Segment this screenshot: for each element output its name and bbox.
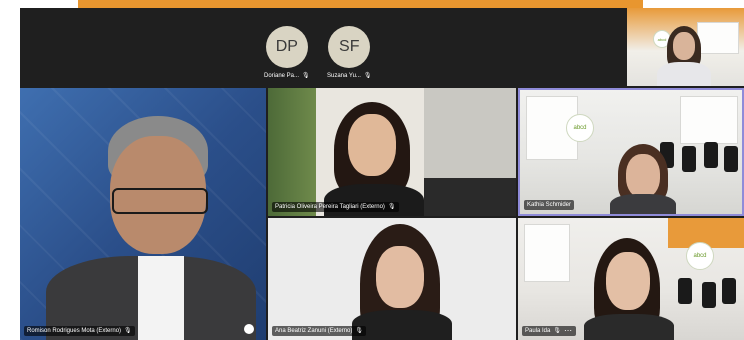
microphone-icon: 🎙: [355, 328, 363, 334]
name-tag-patricia: Patricia Oliveira Pereira Tagliari (Exte…: [272, 202, 399, 212]
video-tile-romison[interactable]: Romison Rodrigues Mota (Externo) 🎙: [20, 88, 266, 340]
participant-name: Kathia Schmider: [527, 202, 572, 208]
more-options-icon[interactable]: ⋯: [564, 326, 573, 336]
participant-name: Doriane Pa...: [264, 72, 300, 79]
top-participant-strip: DP Doriane Pa... 🎙 SF Suzana Yu... 🎙: [20, 8, 625, 86]
name-tag-romison: Romison Rodrigues Mota (Externo) 🎙: [24, 326, 135, 336]
name-tag-kathia: Kathia Schmider: [524, 200, 575, 210]
microphone-icon: 🎙: [387, 204, 396, 210]
video-tile-top-right[interactable]: abcd: [627, 8, 744, 86]
avatar-sf: SF: [328, 26, 371, 68]
participant-dp[interactable]: DP Doriane Pa... 🎙: [264, 26, 310, 79]
participant-name: Romison Rodrigues Mota (Externo): [27, 328, 122, 334]
participant-sf[interactable]: SF Suzana Yu... 🎙: [327, 26, 372, 79]
microphone-icon: 🎙: [553, 328, 561, 334]
avatar-dp: DP: [265, 26, 308, 68]
video-tile-paula[interactable]: abcd Paula Ida 🎙 ⋯: [518, 218, 744, 340]
participant-name: Suzana Yu...: [327, 72, 361, 79]
name-tag-paula: Paula Ida 🎙 ⋯: [522, 326, 576, 336]
video-tile-ana[interactable]: Ana Beatriz Zanuni (Externo) 🎙: [268, 218, 516, 340]
top-accent-bar: [78, 0, 643, 8]
participant-name: Ana Beatriz Zanuni (Externo): [275, 328, 353, 334]
microphone-icon: 🎙: [124, 328, 132, 334]
office-logo: abcd: [686, 242, 714, 270]
screen-share-icon[interactable]: [244, 324, 254, 334]
participant-name: Paula Ida: [525, 328, 551, 334]
name-tag-ana: Ana Beatriz Zanuni (Externo) 🎙: [272, 326, 366, 336]
video-tile-kathia[interactable]: abcd Kathia Schmider: [518, 88, 744, 216]
eyeglasses: [112, 188, 208, 214]
microphone-icon: 🎙: [363, 73, 372, 79]
microphone-icon: 🎙: [302, 73, 310, 79]
participant-name: Patricia Oliveira Pereira Tagliari (Exte…: [275, 204, 385, 210]
video-tile-patricia[interactable]: Patricia Oliveira Pereira Tagliari (Exte…: [268, 88, 516, 216]
meeting-stage: DP Doriane Pa... 🎙 SF Suzana Yu... 🎙 abc…: [20, 8, 744, 340]
office-logo: abcd: [566, 114, 594, 142]
